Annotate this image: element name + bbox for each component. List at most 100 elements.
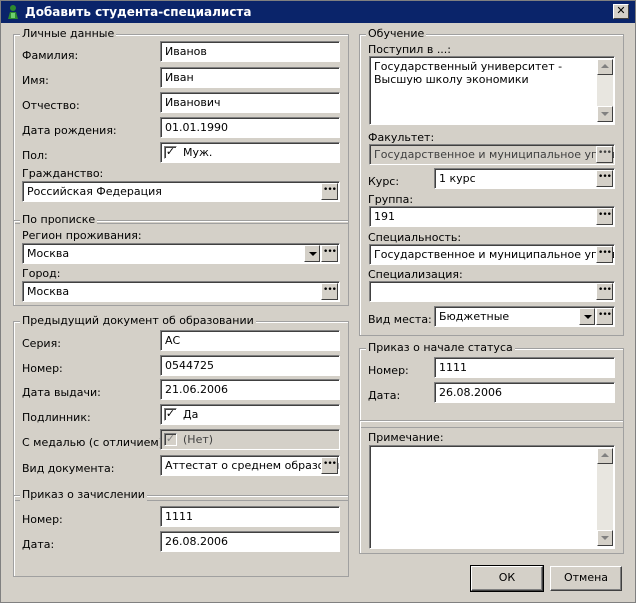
title-bar[interactable]: Добавить студента-специалиста ✕	[1, 1, 635, 23]
city-field[interactable]: Москва •••	[22, 281, 340, 302]
place-type-value: Бюджетные	[439, 310, 510, 323]
place-type-label: Вид места:	[368, 313, 432, 326]
region-value: Москва	[27, 247, 70, 260]
citizenship-browse-button[interactable]: •••	[321, 183, 338, 200]
surname-label: Фамилия:	[22, 49, 79, 62]
original-label: Подлинник:	[22, 411, 91, 424]
education-group: Обучение Поступил в ...: Государственный…	[359, 27, 624, 336]
window-title: Добавить студента-специалиста	[25, 5, 252, 19]
specialty-browse-button[interactable]: •••	[596, 246, 613, 263]
specialization-browse-button[interactable]: •••	[596, 283, 613, 300]
faculty-label: Факультет:	[368, 131, 435, 144]
region-select[interactable]: Москва •••	[22, 243, 340, 264]
surname-field[interactable]: Иванов	[160, 41, 340, 62]
city-browse-button[interactable]: •••	[321, 283, 338, 300]
faculty-browse-button[interactable]: •••	[596, 146, 613, 163]
place-type-browse-button[interactable]: •••	[596, 308, 613, 325]
scroll-up-icon[interactable]	[597, 448, 613, 464]
enrollment-number-label: Номер:	[22, 513, 63, 526]
scroll-up-icon[interactable]	[597, 59, 613, 75]
specialty-value: Государственное и муниципальное управле	[374, 248, 615, 261]
region-browse-button[interactable]: •••	[321, 245, 338, 262]
place-type-select[interactable]: Бюджетные •••	[434, 306, 615, 327]
cancel-button[interactable]: Отмена	[550, 566, 622, 591]
chevron-down-icon[interactable]	[579, 308, 595, 325]
dialog-window: Добавить студента-специалиста ✕ Личные д…	[0, 0, 636, 603]
note-label: Примечание:	[368, 431, 444, 444]
course-field[interactable]: 1 курс •••	[434, 168, 615, 189]
citizenship-field[interactable]: Российская Федерация •••	[22, 181, 340, 202]
specialty-field[interactable]: Государственное и муниципальное управле …	[369, 244, 615, 265]
birthdate-field[interactable]: 01.01.1990	[160, 117, 340, 138]
sex-field: ✓ Муж.	[160, 142, 340, 163]
close-button[interactable]: ✕	[613, 4, 629, 19]
sex-label: Пол:	[22, 149, 48, 162]
medal-label: С медалью (с отличием):	[22, 436, 167, 449]
status-number-label: Номер:	[368, 364, 409, 377]
city-label: Город:	[22, 267, 61, 280]
close-icon: ✕	[616, 4, 626, 17]
note-memo[interactable]	[369, 445, 615, 549]
ok-button[interactable]: ОК	[470, 565, 544, 592]
doc-type-field[interactable]: Аттестат о среднем образован •••	[160, 455, 340, 476]
doc-type-label: Вид документа:	[22, 462, 115, 475]
scroll-down-icon[interactable]	[597, 530, 613, 546]
medal-value: (Нет)	[183, 433, 214, 446]
specialty-label: Специальность:	[368, 231, 462, 244]
dialog-body: Личные данные Фамилия: Иванов Имя: Иван …	[1, 23, 635, 602]
group-title: Приказ о зачислении	[20, 488, 147, 501]
name-label: Имя:	[22, 74, 49, 87]
sex-value: Муж.	[183, 146, 213, 159]
sex-checkbox[interactable]: ✓	[164, 146, 177, 159]
original-checkbox[interactable]: ✓	[164, 408, 177, 421]
original-value: Да	[183, 408, 199, 421]
course-label: Курс:	[368, 175, 400, 188]
medal-field: ✓ (Нет)	[160, 429, 340, 450]
group-title: Личные данные	[20, 27, 117, 40]
status-number-field[interactable]: 1111	[434, 357, 615, 378]
status-date-label: Дата:	[368, 389, 401, 402]
enrollment-date-label: Дата:	[22, 538, 55, 551]
admitted-memo[interactable]: Государственный университет - Высшую шко…	[369, 56, 615, 125]
group-title: По прописке	[20, 213, 98, 226]
name-field[interactable]: Иван	[160, 67, 340, 88]
chevron-down-icon[interactable]	[304, 245, 320, 262]
course-browse-button[interactable]: •••	[596, 170, 613, 187]
status-date-field[interactable]: 26.08.2006	[434, 382, 615, 403]
group-field[interactable]: 191 •••	[369, 206, 615, 227]
group-title: Обучение	[366, 27, 427, 40]
doc-number-field[interactable]: 0544725	[160, 355, 340, 376]
doc-type-browse-button[interactable]: •••	[321, 457, 338, 474]
patronymic-label: Отчество:	[22, 99, 80, 112]
group-browse-button[interactable]: •••	[596, 208, 613, 225]
issue-date-field[interactable]: 21.06.2006	[160, 379, 340, 400]
prev-document-group: Предыдущий документ об образовании Серия…	[13, 314, 349, 501]
enrollment-order-group: Приказ о зачислении Номер: 1111 Дата: 26…	[13, 488, 349, 577]
faculty-field[interactable]: Государственное и муниципальное управле …	[369, 144, 615, 165]
specialization-label: Специализация:	[368, 268, 463, 281]
medal-checkbox[interactable]: ✓	[164, 433, 177, 446]
note-scrollbar[interactable]	[597, 448, 613, 546]
citizenship-label: Гражданство:	[22, 167, 104, 180]
group-value: 191	[374, 210, 395, 223]
enrollment-date-field[interactable]: 26.08.2006	[160, 531, 340, 552]
admitted-scrollbar[interactable]	[597, 59, 613, 122]
personal-data-group: Личные данные Фамилия: Иванов Имя: Иван …	[13, 27, 349, 224]
original-field: ✓ Да	[160, 404, 340, 425]
enrollment-number-field[interactable]: 1111	[160, 506, 340, 527]
specialization-field[interactable]: •••	[369, 281, 615, 302]
app-icon	[8, 5, 18, 19]
admitted-value: Государственный университет - Высшую шко…	[374, 60, 563, 86]
region-label: Регион проживания:	[22, 229, 142, 242]
scroll-down-icon[interactable]	[597, 106, 613, 122]
series-field[interactable]: АС	[160, 330, 340, 351]
course-value: 1 курс	[439, 172, 476, 185]
group-label: Группа:	[368, 193, 414, 206]
series-label: Серия:	[22, 337, 61, 350]
patronymic-field[interactable]: Иванович	[160, 92, 340, 113]
status-order-group: Приказ о начале статуса Номер: 1111 Дата…	[359, 341, 624, 428]
birthdate-label: Дата рождения:	[22, 124, 117, 137]
registration-group: По прописке Регион проживания: Москва ••…	[13, 213, 349, 306]
faculty-value: Государственное и муниципальное управле	[374, 148, 615, 161]
group-title: Предыдущий документ об образовании	[20, 314, 256, 327]
